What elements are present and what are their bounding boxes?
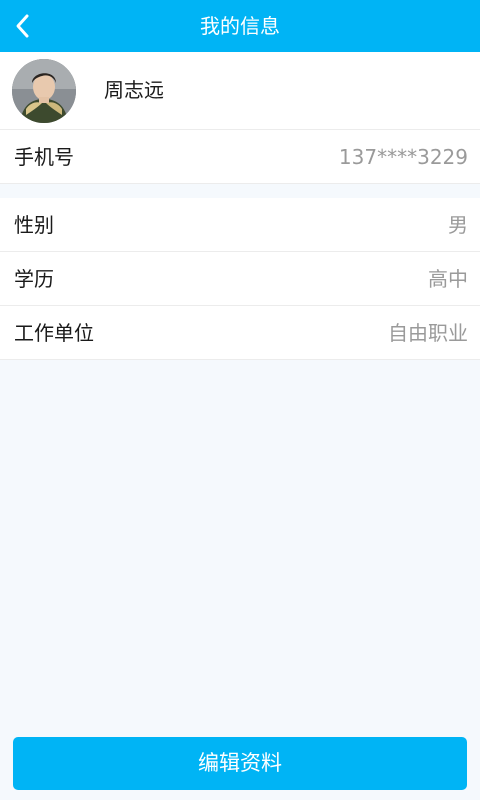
phone-row[interactable]: 手机号 137****3229 <box>0 130 480 184</box>
phone-label: 手机号 <box>14 145 74 169</box>
education-row[interactable]: 学历 高中 <box>0 252 480 306</box>
gender-label: 性别 <box>14 213 54 237</box>
page-title: 我的信息 <box>200 14 280 38</box>
profile-name: 周志远 <box>104 78 164 102</box>
education-label: 学历 <box>14 267 54 291</box>
employer-label: 工作单位 <box>14 321 94 345</box>
gender-row[interactable]: 性别 男 <box>0 198 480 252</box>
employer-row[interactable]: 工作单位 自由职业 <box>0 306 480 360</box>
education-value: 高中 <box>428 267 468 291</box>
gender-value: 男 <box>448 213 468 237</box>
back-button[interactable] <box>0 0 44 52</box>
edit-profile-button[interactable]: 编辑资料 <box>13 737 467 790</box>
chevron-left-icon <box>16 14 29 38</box>
profile-section: 周志远 手机号 137****3229 <box>0 52 480 184</box>
profile-row[interactable]: 周志远 <box>0 52 480 130</box>
avatar[interactable] <box>12 59 76 123</box>
details-section: 性别 男 学历 高中 工作单位 自由职业 <box>0 198 480 360</box>
top-bar: 我的信息 <box>0 0 480 52</box>
phone-value: 137****3229 <box>338 145 468 169</box>
employer-value: 自由职业 <box>388 321 468 345</box>
avatar-image <box>12 59 76 123</box>
